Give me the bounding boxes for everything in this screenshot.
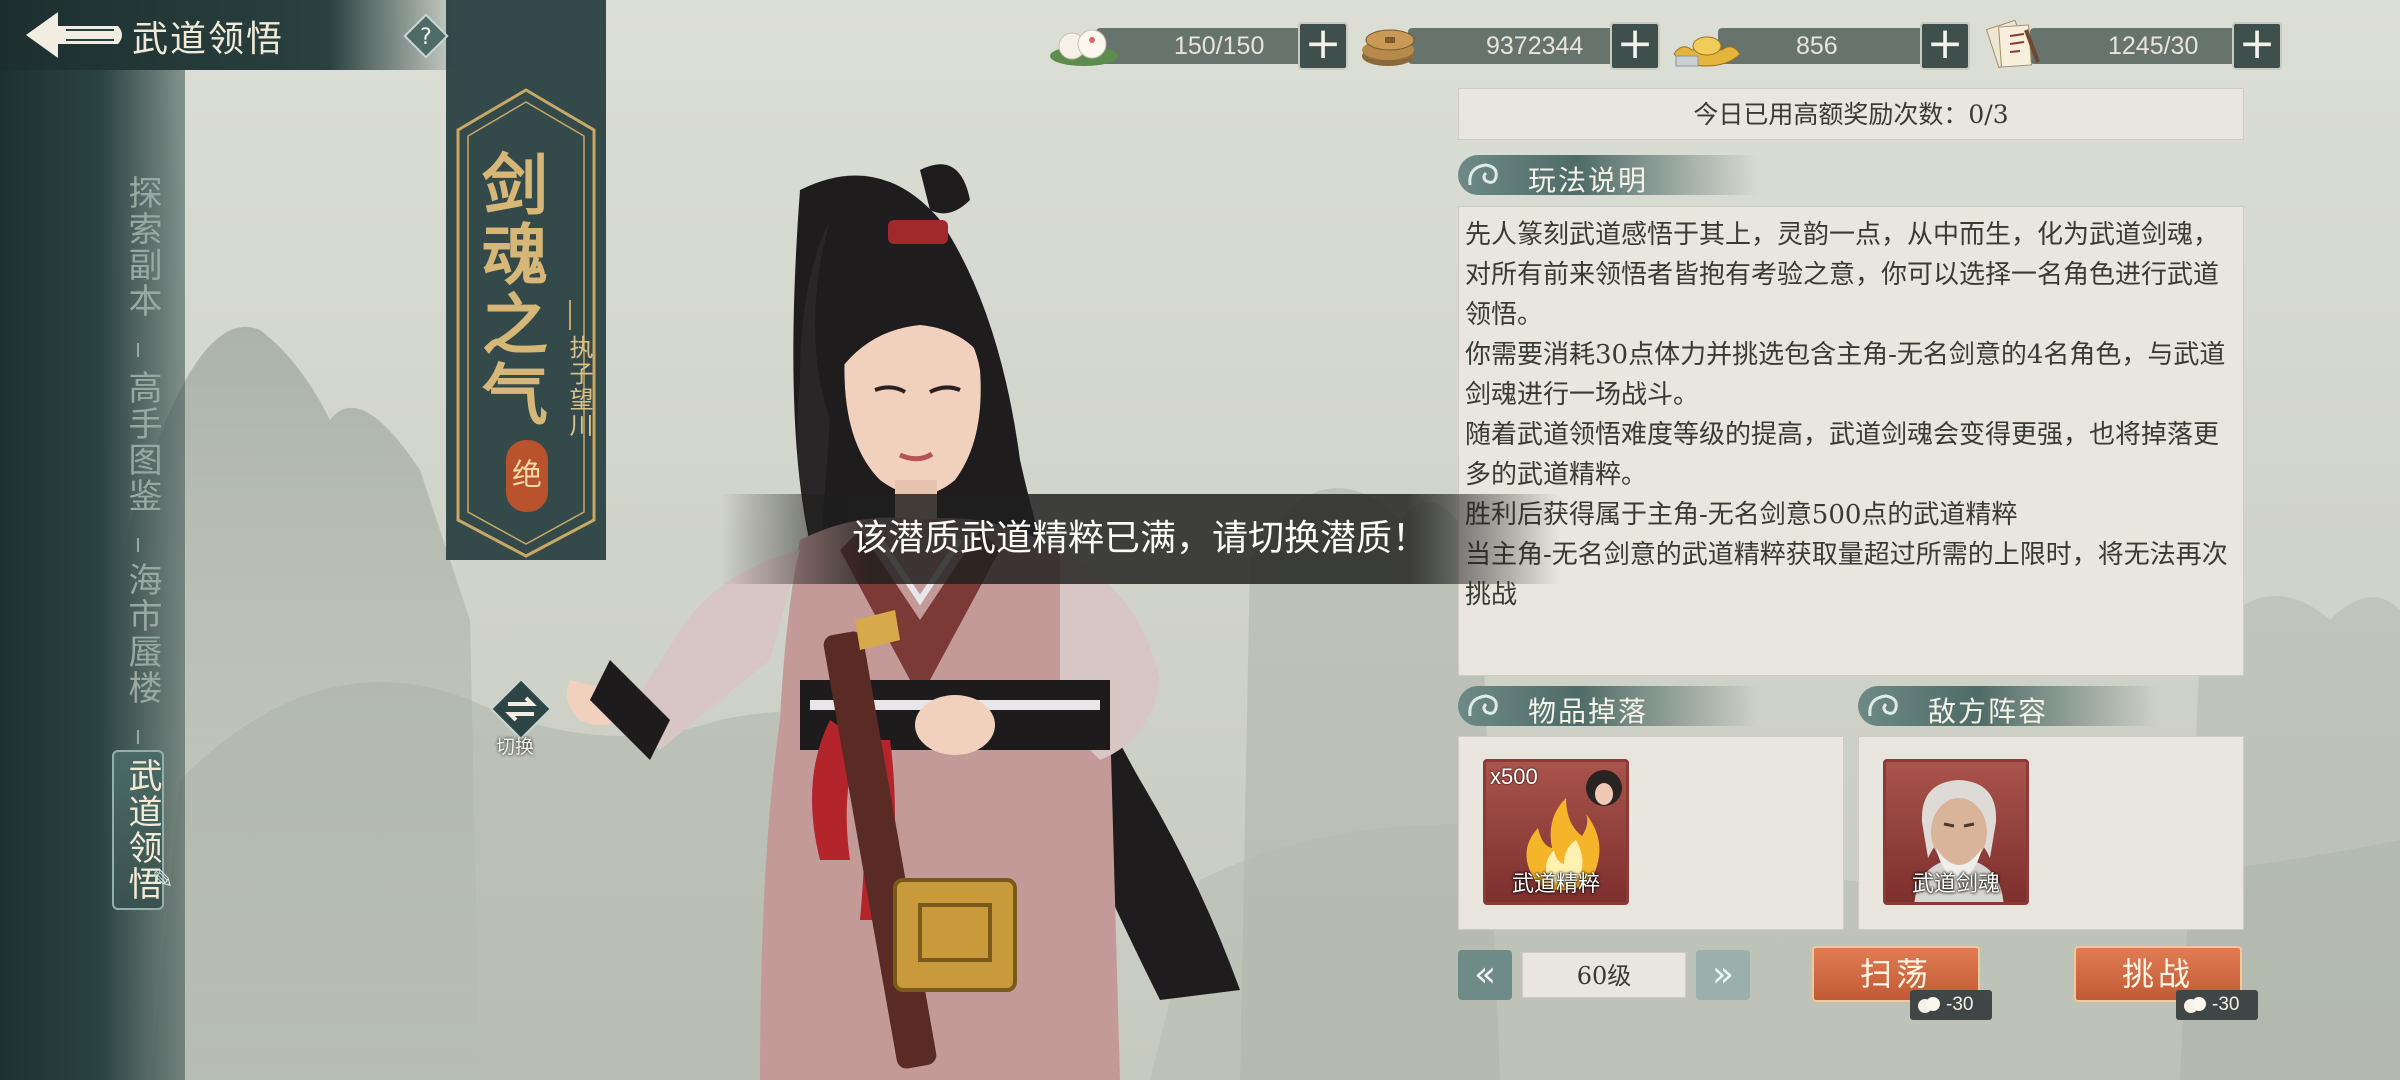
drop-item-card[interactable]: x500 武道精粹: [1483, 759, 1629, 905]
drops-header: 物品掉落: [1458, 686, 1758, 728]
drop-item-quantity: x500: [1490, 764, 1538, 789]
coins-value: 9372344: [1408, 28, 1636, 64]
sweep-cost: -30: [1910, 990, 1992, 1020]
toast-message: 该潜质武道精粹已满，请切换潜质！: [720, 494, 1560, 584]
sidebar-separator: [137, 538, 139, 552]
brush-icon: ✎: [152, 865, 174, 895]
page-title: 武道领悟: [132, 19, 285, 60]
add-stamina-button[interactable]: +: [1298, 22, 1348, 70]
add-tickets-button[interactable]: +: [2232, 22, 2282, 70]
stamina-bun-icon: [2184, 997, 2206, 1013]
stamina-bun-icon: [1050, 29, 1118, 66]
rules-header-label: 玩法说明: [1528, 164, 1649, 197]
sweep-cost-value: -30: [1946, 994, 1974, 1015]
gold-ingot-icon: [1673, 36, 1741, 67]
cloud-swirl-icon: [1468, 163, 1498, 186]
challenge-cost-value: -30: [2212, 994, 2240, 1015]
character-portrait: [566, 164, 1240, 1080]
add-gold-button[interactable]: +: [1920, 22, 1970, 70]
title-banner: 剑魂之气 执子望川 绝: [446, 0, 606, 560]
drops-header-label: 物品掉落: [1528, 695, 1649, 728]
grade-badge: 绝: [506, 440, 548, 512]
cloud-swirl-icon: [1868, 694, 1898, 717]
copper-coins-icon: [1362, 29, 1415, 66]
sidebar-item-explore-dungeon[interactable]: 探索副本: [116, 175, 162, 319]
sidebar: 探索副本 高手图鉴 海市蜃楼 武道领悟 ✎: [0, 0, 185, 1080]
sidebar-separator: [137, 343, 139, 357]
help-button[interactable]: ?: [402, 12, 450, 60]
enemies-header-label: 敌方阵容: [1928, 695, 2049, 728]
sidebar-item-mirage[interactable]: 海市蜃楼: [116, 562, 162, 706]
cloud-swirl-icon: [1468, 694, 1498, 717]
sidebar-separator: [137, 730, 139, 744]
double-chevron-right-icon: »: [1711, 954, 1735, 995]
banner-title: 剑魂之气: [471, 150, 549, 430]
drops-panel: x500 武道精粹: [1458, 736, 1844, 930]
drop-item-label: 武道精粹: [1511, 872, 1600, 897]
rules-line: 你需要消耗30点体力并挑选包含主角-无名剑意的4名角色，与武道剑魂进行一场战斗。: [1465, 340, 2226, 410]
switch-label: 切换: [496, 736, 535, 758]
rules-line: 随着武道领悟难度等级的提高，武道剑魂会变得更强，也将掉落更多的武道精粹。: [1465, 420, 2220, 490]
reward-count-bar: 今日已用高额奖励次数：0/3: [1458, 88, 2244, 140]
back-button[interactable]: [18, 6, 128, 64]
enemy-card[interactable]: 武道剑魂: [1883, 759, 2029, 905]
ticket-scroll-icon: [1985, 20, 2040, 69]
sidebar-item-master-atlas[interactable]: 高手图鉴: [116, 370, 162, 514]
stamina-bun-icon: [1918, 997, 1940, 1013]
challenge-cost: -30: [2176, 990, 2258, 1020]
add-coins-button[interactable]: +: [1610, 22, 1660, 70]
level-next-button[interactable]: »: [1696, 950, 1750, 1000]
tickets-value: 1245/30: [2030, 28, 2258, 64]
help-label: ?: [420, 25, 432, 50]
rules-line: 当主角-无名剑意的武道精粹获取量超过所需的上限时，将无法再次挑战: [1465, 540, 2228, 610]
enemies-panel: 武道剑魂: [1858, 736, 2244, 930]
rules-line: 胜利后获得属于主角-无名剑意500点的武道精粹: [1465, 500, 2018, 530]
level-display: 60级: [1522, 952, 1686, 998]
gold-value: 856: [1718, 28, 1946, 64]
enemy-label: 武道剑魂: [1911, 872, 2000, 897]
enemies-header: 敌方阵容: [1858, 686, 2158, 728]
rules-header: 玩法说明: [1458, 155, 1758, 197]
double-chevron-left-icon: «: [1473, 954, 1497, 995]
rules-description: 先人篆刻武道感悟于其上，灵韵一点，从中而生，化为武道剑魂，对所有前来领悟者皆抱有…: [1458, 206, 2244, 676]
hair-ribbon: [888, 220, 948, 244]
level-prev-button[interactable]: «: [1458, 950, 1512, 1000]
rules-line: 先人篆刻武道感悟于其上，灵韵一点，从中而生，化为武道剑魂，对所有前来领悟者皆抱有…: [1465, 220, 2220, 330]
stamina-value: 150/150: [1096, 28, 1324, 64]
banner-subtitle: 执子望川: [565, 335, 593, 439]
